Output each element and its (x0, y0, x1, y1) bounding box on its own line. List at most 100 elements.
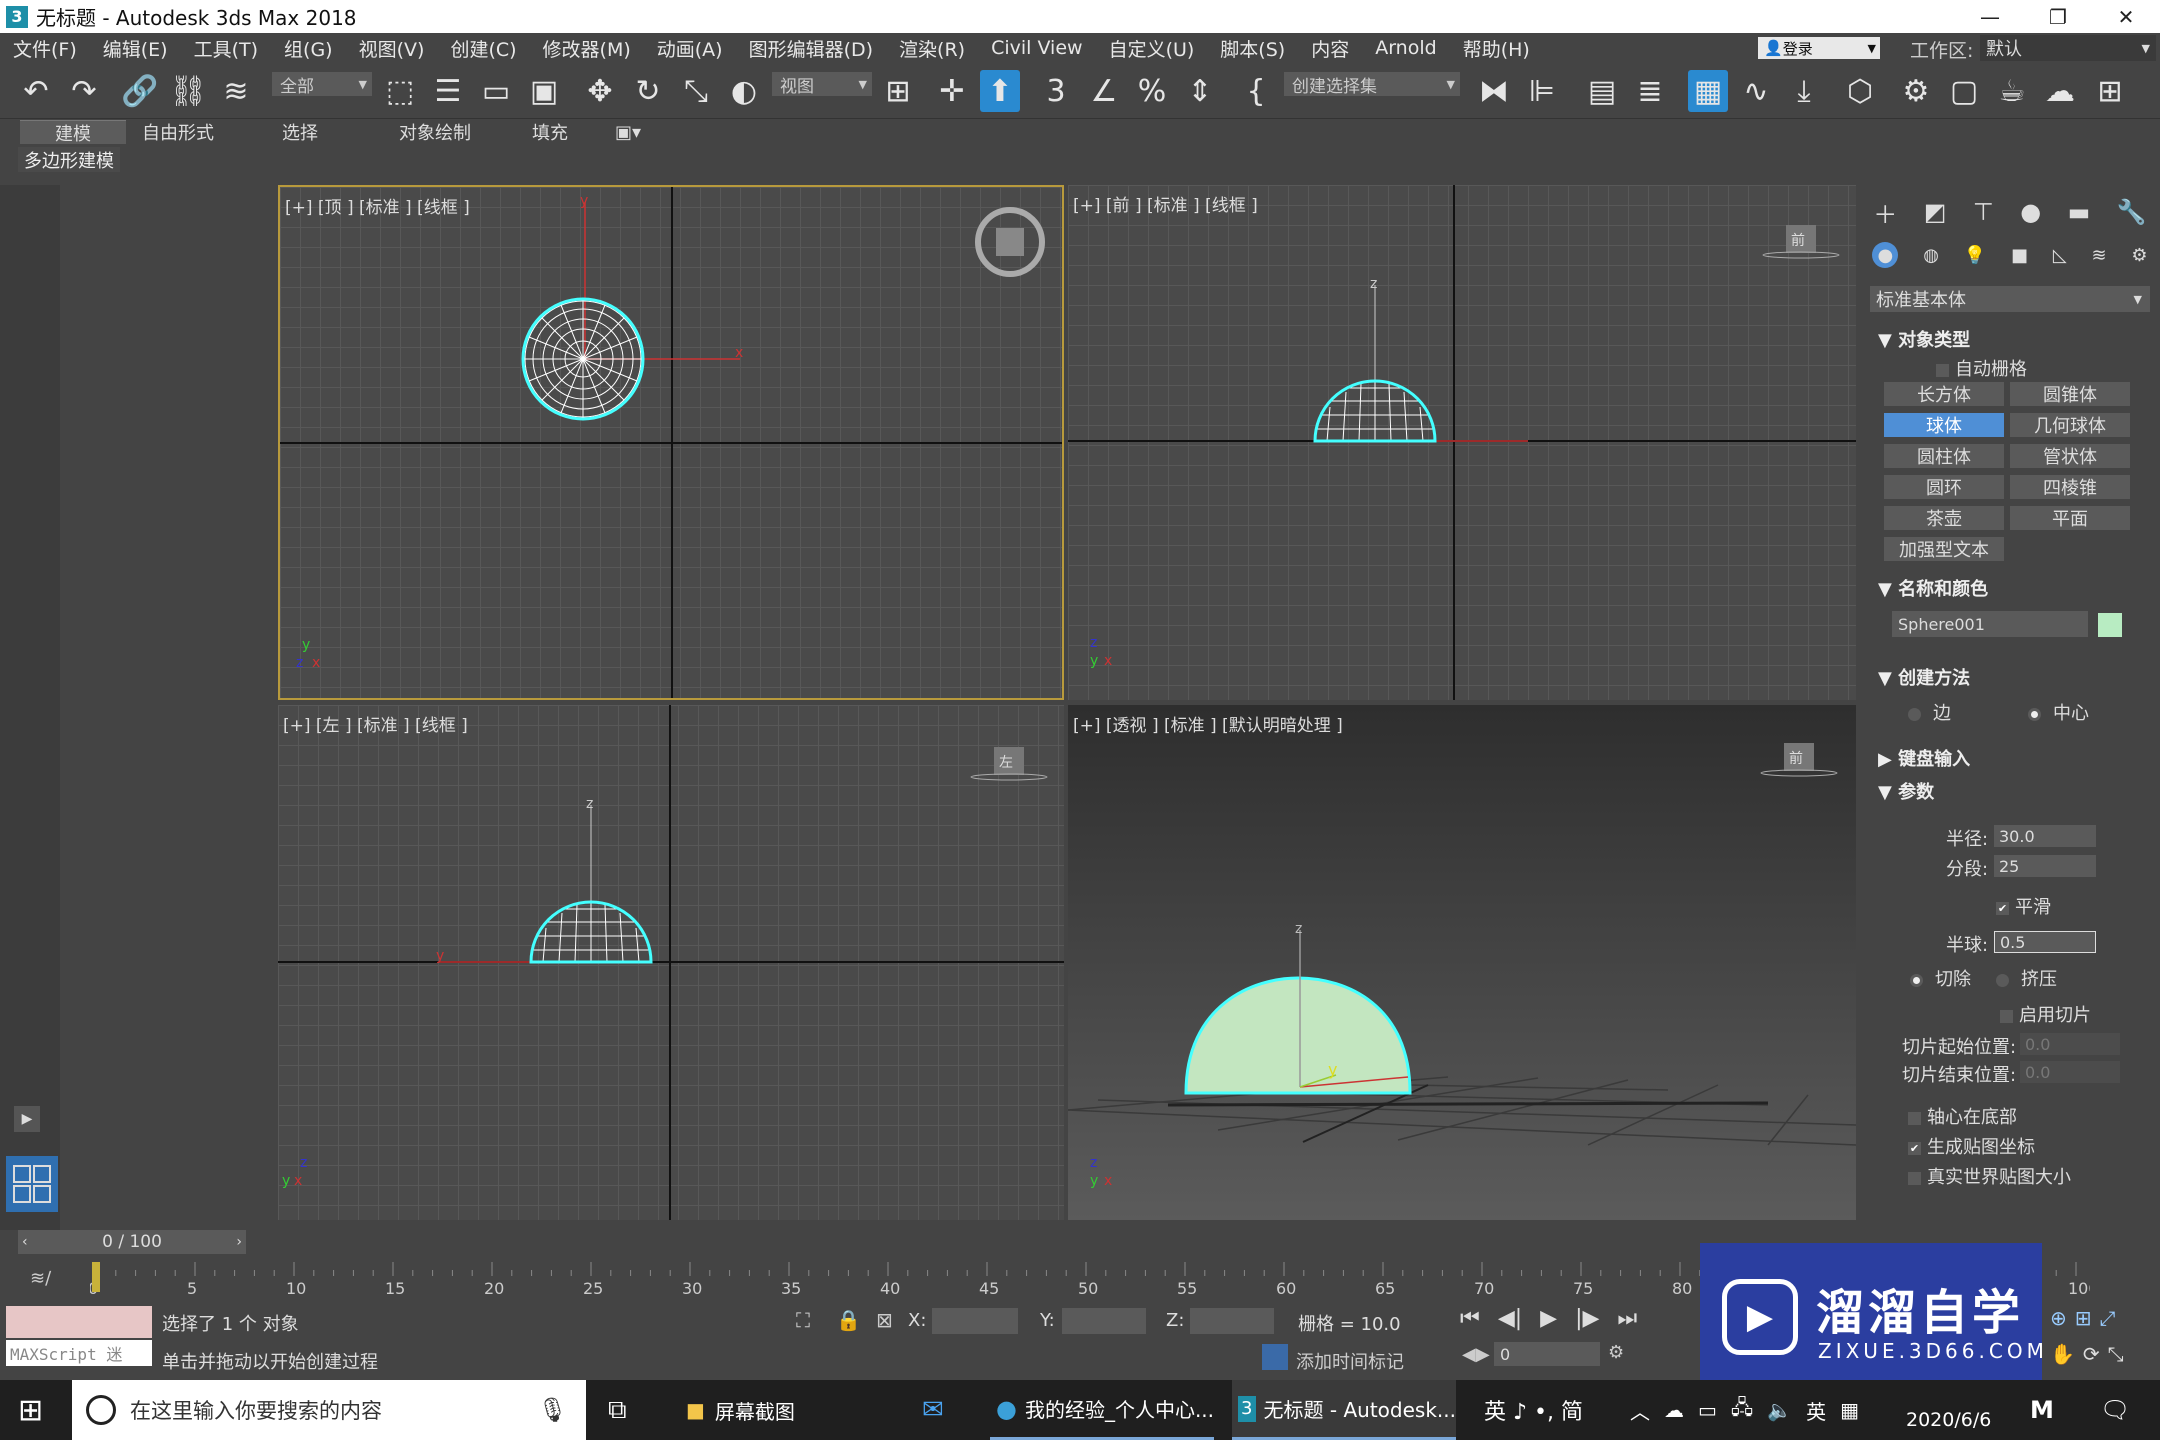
space-warps-icon[interactable]: ≋ (2091, 245, 2106, 266)
play-icon[interactable]: ▶ (14, 1106, 40, 1132)
chop-radio[interactable]: 切除 (1910, 965, 1971, 991)
keyboard-entry-rollout[interactable]: ▶ 键盘输入 (1878, 745, 1970, 771)
absolute-mode-icon[interactable]: ⊠ (876, 1308, 893, 1332)
menu-customize[interactable]: 自定义(U) (1096, 35, 1208, 62)
name-color-rollout[interactable]: ▼ 名称和颜色 (1878, 575, 1988, 601)
go-to-end-icon[interactable]: ⏭ (1617, 1306, 1637, 1331)
volume-icon[interactable]: 🔈 (1767, 1398, 1792, 1422)
current-frame-field[interactable]: 0 (1494, 1342, 1600, 1366)
menu-civil-view[interactable]: Civil View (978, 37, 1095, 59)
lights-icon[interactable]: 💡 (1964, 245, 1986, 266)
modify-tab-icon[interactable]: ◩ (1924, 198, 1947, 226)
center-radio[interactable]: 中心 (2028, 699, 2089, 725)
taskbar-date[interactable]: 2020/6/6 (1906, 1400, 1991, 1440)
viewport-label[interactable]: [+] [前 ] [标准 ] [线框 ] (1073, 191, 1258, 216)
systems-icon[interactable]: ⚙ (2131, 245, 2147, 266)
ribbon-toggle-icon[interactable]: ▦ (1688, 70, 1728, 112)
layer-explorer-icon[interactable]: ≣ (1630, 70, 1670, 112)
maximize-viewport-icon[interactable]: ⤡ (2108, 1342, 2124, 1366)
taskbar-m-icon[interactable]: M (2030, 1380, 2054, 1440)
create-tab-icon[interactable]: ＋ (1873, 195, 1897, 230)
rect-selection-icon[interactable]: ▭ (476, 70, 516, 112)
viewport-front[interactable]: [+] [前 ] [标准 ] [线框 ] z 前 z y x (1068, 185, 1856, 700)
scene-explorer-icon[interactable]: ▤ (1582, 70, 1622, 112)
viewport-label[interactable]: [+] [透视 ] [标准 ] [默认明暗处理 ] (1073, 711, 1343, 736)
zoom-extents-icon[interactable]: ⤢ (2100, 1306, 2116, 1330)
text-plus-button[interactable]: 加强型文本 (1884, 537, 2004, 561)
geometry-icon[interactable]: ● (1872, 242, 1899, 268)
move-icon[interactable]: ✥ (580, 70, 620, 112)
rotate-icon[interactable]: ↻ (628, 70, 668, 112)
shapes-icon[interactable]: ◍ (1923, 245, 1939, 266)
base-to-pivot-checkbox[interactable]: 轴心在底部 (1908, 1103, 2017, 1129)
object-name-field[interactable]: Sphere001 (1892, 611, 2088, 637)
menu-rendering[interactable]: 渲染(R) (886, 35, 978, 62)
taskbar-app-edge[interactable]: ● 我的经验_个人中心... (990, 1380, 1214, 1440)
maxscript-mini-input[interactable]: MAXScript 迷 (6, 1340, 152, 1366)
curve-editor-icon[interactable]: ∿ (1736, 70, 1776, 112)
pan-icon[interactable]: ✋ (2050, 1342, 2075, 1366)
orbit-icon[interactable]: ⟳ (2083, 1342, 2100, 1366)
undo-icon[interactable]: ↶ (16, 70, 56, 112)
tab-object-paint[interactable]: 对象绘制 (380, 120, 490, 144)
object-type-rollout[interactable]: ▼ 对象类型 (1878, 326, 1970, 352)
material-editor-icon[interactable]: ⬡ (1840, 70, 1880, 112)
select-object-icon[interactable]: ⬚ (380, 70, 420, 112)
menu-create[interactable]: 创建(C) (437, 35, 529, 62)
chevron-left-icon[interactable]: ‹ (22, 1234, 28, 1250)
tab-selection[interactable]: 选择 (255, 120, 345, 144)
hemisphere-spinner[interactable]: 0.5 (1994, 931, 2096, 953)
cloud-icon[interactable]: ☁ (1664, 1398, 1684, 1422)
next-frame-icon[interactable]: |▶ (1575, 1306, 1599, 1331)
teapot-button[interactable]: 茶壶 (1884, 506, 2004, 530)
network-icon[interactable]: 🖧 (1731, 1393, 1753, 1427)
render-cloud-icon[interactable]: ☁ (2040, 70, 2080, 112)
menu-help[interactable]: 帮助(H) (1450, 35, 1543, 62)
menu-file[interactable]: 文件(F) (0, 35, 90, 62)
lock-icon[interactable]: 🔒 (836, 1308, 861, 1332)
edit-named-selection-icon[interactable]: { (1236, 70, 1276, 112)
render-production-icon[interactable]: ☕ (1992, 70, 2032, 112)
viewport-label[interactable]: [+] [左 ] [标准 ] [线框 ] (283, 711, 468, 736)
viewport-left[interactable]: [+] [左 ] [标准 ] [线框 ] z y 左 z y x (278, 705, 1064, 1220)
render-shortcuts-icon[interactable]: ⊞ (2090, 70, 2130, 112)
key-mode-icon[interactable]: ◀▶ (1462, 1344, 1490, 1365)
current-frame-marker[interactable] (92, 1262, 100, 1292)
menu-tools[interactable]: 工具(T) (181, 35, 271, 62)
ribbon-polygon-modeling[interactable]: 多边形建模 (18, 147, 120, 172)
autogrid-checkbox[interactable]: 自动栅格 (1936, 355, 2027, 381)
scale-icon[interactable]: ⤡ (676, 70, 716, 112)
sphere-button[interactable]: 球体 (1884, 413, 2004, 437)
play-icon[interactable]: ▶ (1540, 1306, 1557, 1331)
menu-graph-editors[interactable]: 图形编辑器(D) (736, 35, 886, 62)
tab-populate[interactable]: 填充 (520, 120, 580, 144)
zoom-all-icon[interactable]: ⊞ (2075, 1306, 2092, 1330)
menu-arnold[interactable]: Arnold (1362, 37, 1449, 59)
unlink-icon[interactable]: ⛓ (168, 70, 208, 112)
smooth-checkbox[interactable]: ✔ 平滑 (1996, 893, 2051, 919)
helpers-icon[interactable]: ◺ (2053, 245, 2067, 266)
task-view-icon[interactable]: ⧉ (608, 1380, 627, 1440)
notification-icon[interactable]: 🗨 (2100, 1380, 2130, 1440)
selection-filter-dropdown[interactable]: 全部 ▼ (272, 72, 372, 97)
pyramid-button[interactable]: 四棱锥 (2010, 475, 2130, 499)
y-coordinate-field[interactable] (1062, 1308, 1146, 1334)
creation-method-rollout[interactable]: ▼ 创建方法 (1878, 664, 1970, 690)
percent-snap-icon[interactable]: % (1132, 70, 1172, 112)
menu-content[interactable]: 内容 (1298, 35, 1362, 62)
display-tab-icon[interactable]: ▬ (2068, 198, 2091, 226)
input-language[interactable]: 英 (1806, 1396, 1826, 1425)
isolate-selection-icon[interactable]: ⛶ (796, 1308, 810, 1332)
render-setup-icon[interactable]: ⚙ (1896, 70, 1936, 112)
ime-grid-icon[interactable]: ▦ (1840, 1398, 1859, 1422)
login-dropdown[interactable]: 👤 登录 ▼ (1758, 37, 1880, 59)
radius-spinner[interactable]: 30.0 (1994, 825, 2096, 847)
x-coordinate-field[interactable] (932, 1308, 1018, 1334)
menu-animation[interactable]: 动画(A) (644, 35, 736, 62)
mirror-icon[interactable]: ⧓ (1474, 70, 1514, 112)
cameras-icon[interactable]: ■ (2011, 245, 2028, 266)
taskbar-app-screenshot[interactable]: ■ 屏幕截图 (666, 1380, 890, 1440)
ribbon-options-icon[interactable]: ▣▾ (608, 120, 648, 144)
plane-button[interactable]: 平面 (2010, 506, 2130, 530)
keyboard-shortcut-override-icon[interactable]: ⬆ (980, 70, 1020, 112)
